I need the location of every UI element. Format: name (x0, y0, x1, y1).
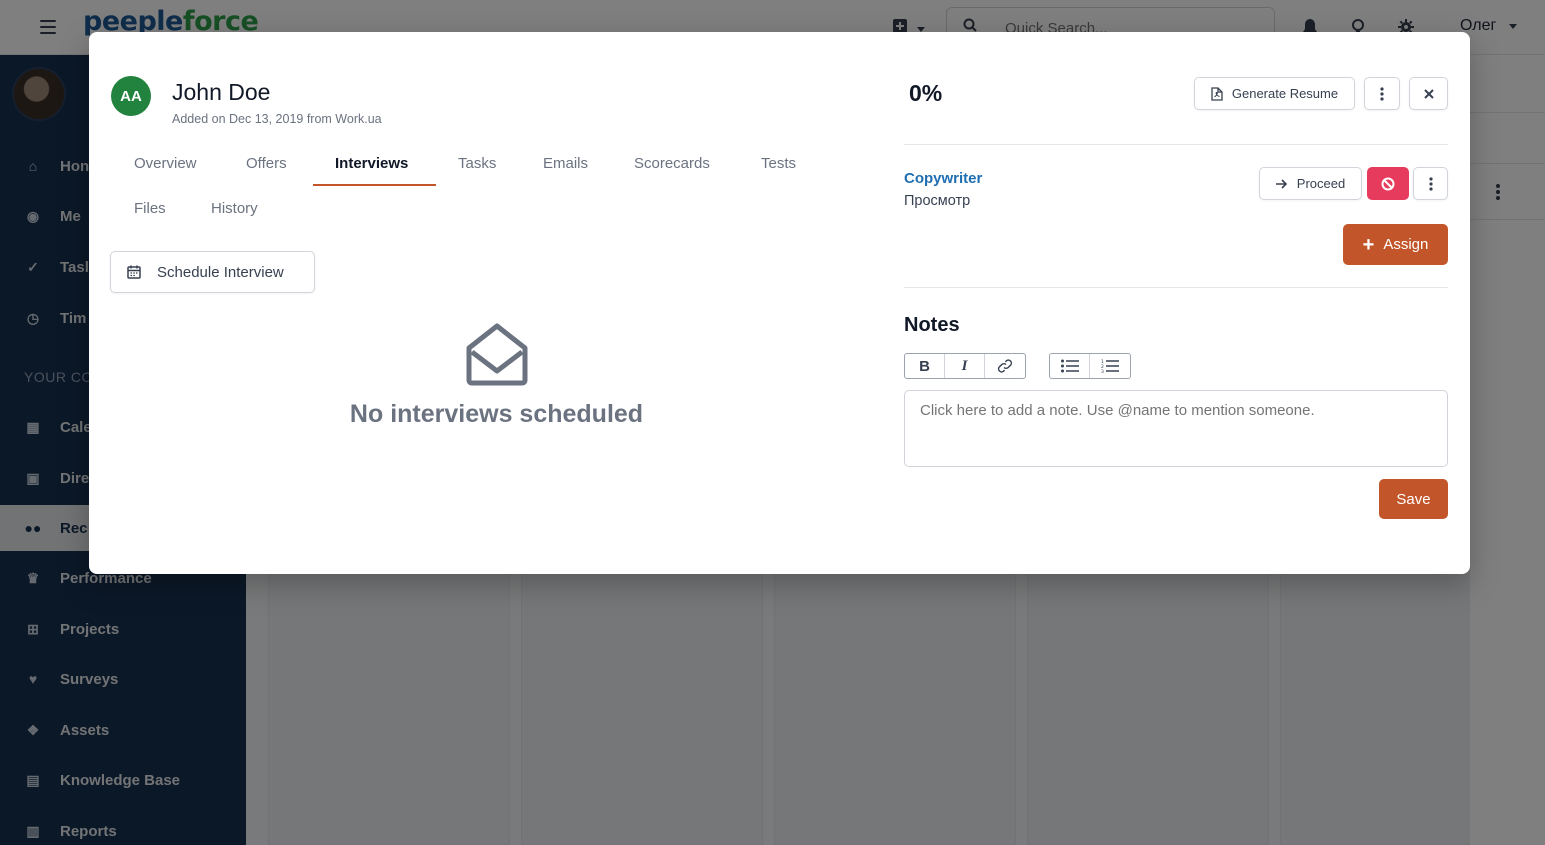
tab-emails[interactable]: Emails (543, 155, 588, 185)
tab-scorecards[interactable]: Scorecards (634, 155, 710, 185)
proceed-label: Proceed (1296, 176, 1346, 191)
more-vertical-icon (1428, 176, 1433, 191)
save-note-button[interactable]: Save (1379, 479, 1448, 519)
close-modal-button[interactable] (1409, 77, 1448, 110)
empty-state-message: No interviews scheduled (349, 400, 644, 428)
calendar-icon (127, 265, 141, 279)
numbered-list-button[interactable]: 123 (1090, 354, 1130, 378)
more-vertical-icon (1380, 86, 1384, 101)
job-more-options-button[interactable] (1413, 167, 1448, 200)
candidate-name: John Doe (172, 79, 271, 105)
tab-tests[interactable]: Tests (761, 155, 796, 185)
plus-icon: + (1362, 233, 1375, 256)
file-pdf-icon (1211, 86, 1223, 101)
link-icon (997, 359, 1013, 373)
tab-offers[interactable]: Offers (246, 155, 287, 185)
assign-label: Assign (1383, 236, 1429, 253)
envelope-open-icon (466, 323, 528, 386)
more-options-button[interactable] (1364, 77, 1400, 110)
list-format-toolbar: 123 (1049, 353, 1131, 379)
bullet-list-icon (1060, 359, 1079, 373)
bold-button[interactable]: B (905, 354, 945, 378)
divider (904, 144, 1448, 145)
close-icon (1423, 88, 1434, 99)
numbered-list-icon: 123 (1101, 359, 1119, 373)
tab-history[interactable]: History (211, 200, 258, 230)
italic-button[interactable]: I (945, 354, 985, 378)
schedule-interview-button[interactable]: Schedule Interview (110, 251, 315, 293)
tab-interviews[interactable]: Interviews (335, 155, 408, 185)
candidate-score: 0% (909, 80, 943, 106)
candidate-avatar: AA (111, 76, 151, 116)
job-stage: Просмотр (904, 193, 971, 209)
job-title-link[interactable]: Copywriter (904, 170, 982, 187)
arrow-right-icon (1275, 178, 1287, 189)
svg-text:3: 3 (1101, 369, 1104, 373)
italic-icon: I (961, 357, 968, 374)
divider (904, 287, 1448, 288)
note-input[interactable] (904, 390, 1448, 467)
tab-files[interactable]: Files (134, 200, 166, 230)
notes-heading: Notes (904, 314, 960, 336)
generate-resume-button[interactable]: Generate Resume (1194, 77, 1355, 110)
bold-icon: B (919, 357, 930, 375)
proceed-button[interactable]: Proceed (1259, 167, 1362, 200)
schedule-interview-label: Schedule Interview (157, 263, 284, 281)
tab-tasks[interactable]: Tasks (458, 155, 496, 185)
candidate-modal: AA John Doe Added on Dec 13, 2019 from W… (89, 32, 1470, 574)
disqualify-button[interactable] (1367, 167, 1409, 200)
assign-button[interactable]: + Assign (1343, 224, 1448, 265)
active-tab-indicator (313, 184, 436, 186)
ban-icon (1381, 177, 1395, 190)
bullet-list-button[interactable] (1050, 354, 1090, 378)
generate-resume-label: Generate Resume (1231, 86, 1339, 101)
text-format-toolbar: B I (904, 353, 1026, 379)
candidate-added-info: Added on Dec 13, 2019 from Work.ua (172, 112, 382, 126)
tab-overview[interactable]: Overview (134, 155, 197, 185)
link-button[interactable] (985, 354, 1025, 378)
